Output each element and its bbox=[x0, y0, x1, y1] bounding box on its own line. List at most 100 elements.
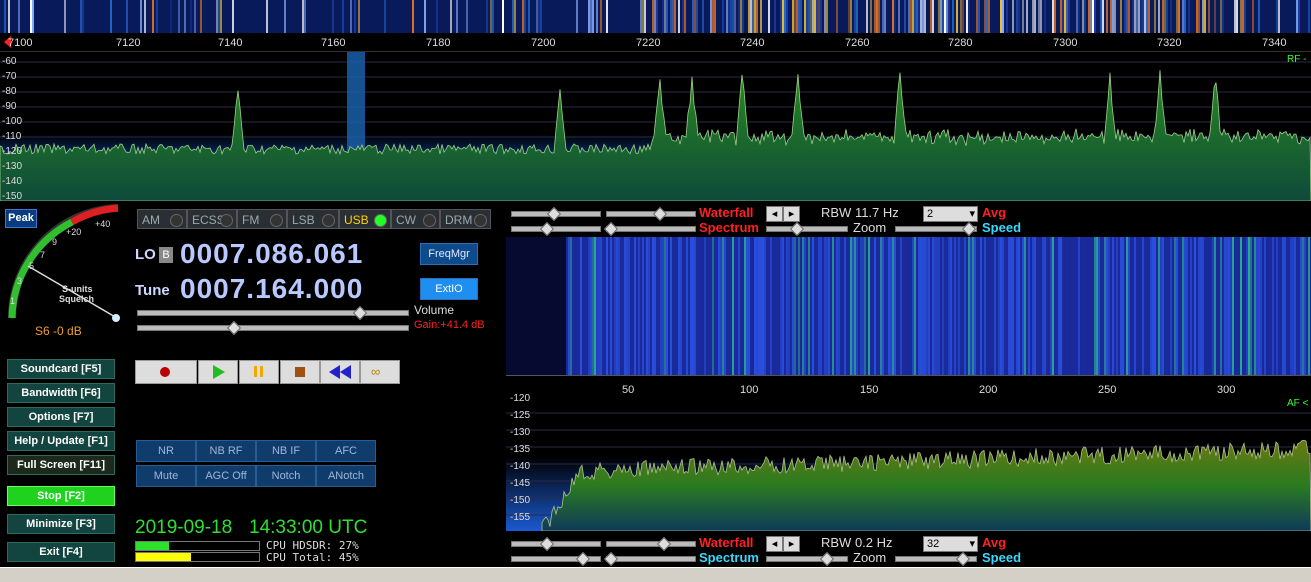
mode-ecss-button[interactable]: ECSS bbox=[187, 209, 237, 229]
stop-playback-button[interactable] bbox=[280, 360, 320, 384]
slider-thumb[interactable] bbox=[603, 551, 619, 567]
notch-button[interactable]: Notch bbox=[256, 465, 316, 487]
avg-value: 2 bbox=[927, 208, 934, 220]
spectrum-slider-1[interactable] bbox=[511, 226, 601, 232]
pause-button[interactable] bbox=[239, 360, 279, 384]
slider-thumb[interactable] bbox=[789, 221, 805, 237]
taskbar bbox=[0, 567, 1311, 582]
loop-button[interactable]: ∞ bbox=[360, 360, 400, 384]
nr-button[interactable]: NR bbox=[136, 440, 196, 462]
cpu-total-bar bbox=[135, 552, 260, 562]
db-tick: -60 bbox=[2, 56, 17, 67]
slider-thumb[interactable] bbox=[575, 551, 591, 567]
freq-tick: 7220 bbox=[636, 37, 661, 49]
waterfall-slider-2[interactable] bbox=[606, 211, 696, 217]
agc-button[interactable]: AGC Off bbox=[196, 465, 256, 487]
spectrum-slider-2[interactable] bbox=[606, 226, 696, 232]
tune-label: Tune bbox=[135, 282, 170, 299]
af-avg-select[interactable]: 32 ▾ bbox=[923, 536, 978, 552]
exit-button[interactable]: Exit [F4] bbox=[7, 542, 115, 562]
mode-cw-button[interactable]: CW bbox=[391, 209, 440, 229]
help-update-button[interactable]: Help / Update [F1] bbox=[7, 431, 115, 451]
mode-am-button[interactable]: AM bbox=[137, 209, 187, 229]
zoom-slider[interactable] bbox=[766, 226, 848, 232]
slider-thumb[interactable] bbox=[603, 221, 619, 237]
slider-thumb[interactable] bbox=[955, 551, 971, 567]
record-button[interactable] bbox=[135, 360, 197, 384]
af-waterfall-slider-2[interactable] bbox=[606, 541, 696, 547]
gain-label: Gain:+41.4 dB bbox=[414, 319, 485, 331]
slider-thumb[interactable] bbox=[819, 551, 835, 567]
freq-tick: 7100 bbox=[8, 37, 33, 49]
af-zoom-slider[interactable] bbox=[766, 556, 848, 562]
freq-tick: 7320 bbox=[1157, 37, 1182, 49]
minimize-button[interactable]: Minimize [F3] bbox=[7, 514, 115, 534]
tune-frequency[interactable]: 0007.164.000 bbox=[180, 273, 363, 305]
af-frequency-axis[interactable]: 50 100 150 200 250 300 bbox=[506, 375, 1311, 397]
stop-button[interactable]: Stop [F2] bbox=[7, 486, 115, 506]
slider-thumb[interactable] bbox=[656, 536, 672, 552]
arrow-right-icon[interactable]: ▸ bbox=[783, 536, 800, 552]
date-display: 2019-09-18 bbox=[135, 517, 233, 538]
slider-thumb[interactable] bbox=[539, 536, 555, 552]
mode-lsb-button[interactable]: LSB bbox=[287, 209, 339, 229]
s-meter[interactable] bbox=[0, 200, 130, 330]
nb-rf-button[interactable]: NB RF bbox=[196, 440, 256, 462]
rbw-label: RBW 11.7 Hz bbox=[821, 205, 899, 220]
slider-thumb[interactable] bbox=[652, 206, 668, 222]
nb-if-button[interactable]: NB IF bbox=[256, 440, 316, 462]
freq-tick: 7140 bbox=[218, 37, 243, 49]
mode-usb-button[interactable]: USB bbox=[339, 209, 391, 229]
rewind-button[interactable] bbox=[320, 360, 360, 384]
avg-select[interactable]: 2 ▾ bbox=[923, 206, 978, 222]
mode-fm-button[interactable]: FM bbox=[237, 209, 287, 229]
rf-spectrum[interactable] bbox=[0, 52, 1311, 201]
frequency-axis[interactable]: 7100 7120 7140 7160 7180 7200 7220 7240 … bbox=[0, 33, 1311, 52]
arrow-left-icon[interactable]: ◂ bbox=[766, 536, 783, 552]
bandwidth-button[interactable]: Bandwidth [F6] bbox=[7, 383, 115, 403]
afc-button[interactable]: AFC bbox=[316, 440, 376, 462]
cpu-hdsdr-bar bbox=[135, 541, 260, 551]
af-tick: 150 bbox=[860, 384, 879, 396]
arrow-left-icon[interactable]: ◂ bbox=[766, 206, 783, 222]
mute-button[interactable]: Mute bbox=[136, 465, 196, 487]
slider-thumb[interactable] bbox=[961, 221, 977, 237]
volume-slider[interactable] bbox=[137, 310, 409, 316]
avg-value: 32 bbox=[927, 538, 940, 550]
extio-button[interactable]: ExtIO bbox=[420, 278, 478, 300]
af-spectrum[interactable] bbox=[506, 396, 1311, 531]
zoom-label: Zoom bbox=[853, 220, 887, 235]
af-waterfall-slider-1[interactable] bbox=[511, 541, 601, 547]
anotch-button[interactable]: ANotch bbox=[316, 465, 376, 487]
lo-frequency[interactable]: 0007.086.061 bbox=[180, 238, 363, 270]
mode-label: USB bbox=[344, 213, 369, 227]
db-tick: -130 bbox=[2, 161, 23, 172]
arrow-right-icon[interactable]: ▸ bbox=[783, 206, 800, 222]
lo-badge[interactable]: B bbox=[159, 247, 173, 263]
cpu-total-text: CPU Total: 45% bbox=[266, 551, 359, 564]
af-waterfall[interactable] bbox=[506, 237, 1311, 375]
slider-thumb[interactable] bbox=[546, 206, 562, 222]
rewind-icon bbox=[329, 365, 340, 379]
options-button[interactable]: Options [F7] bbox=[7, 407, 115, 427]
freqmgr-button[interactable]: FreqMgr bbox=[420, 243, 478, 265]
led-icon bbox=[220, 214, 233, 227]
af-tick: 250 bbox=[1098, 384, 1117, 396]
freq-tick: 7120 bbox=[116, 37, 141, 49]
gain-slider[interactable] bbox=[137, 325, 409, 331]
db-tick: -90 bbox=[2, 101, 17, 112]
rf-waterfall-strip[interactable] bbox=[0, 0, 1311, 33]
db-tick: -120 bbox=[510, 393, 531, 404]
play-button[interactable] bbox=[198, 360, 238, 384]
waterfall-label: Waterfall bbox=[699, 205, 754, 220]
slider-thumb[interactable] bbox=[539, 221, 555, 237]
full-screen-button[interactable]: Full Screen [F11] bbox=[7, 455, 115, 475]
volume-label: Volume bbox=[414, 303, 455, 317]
af-spectrum-slider-2[interactable] bbox=[606, 556, 696, 562]
soundcard-button[interactable]: Soundcard [F5] bbox=[7, 359, 115, 379]
led-icon bbox=[374, 214, 387, 227]
mode-label: DRM bbox=[445, 213, 473, 227]
af-db-scale: -120 -125 -130 -135 -140 -145 -150 -155 bbox=[508, 393, 548, 531]
af-waterfall-label: Waterfall bbox=[699, 535, 754, 550]
mode-drm-button[interactable]: DRM bbox=[440, 209, 491, 229]
